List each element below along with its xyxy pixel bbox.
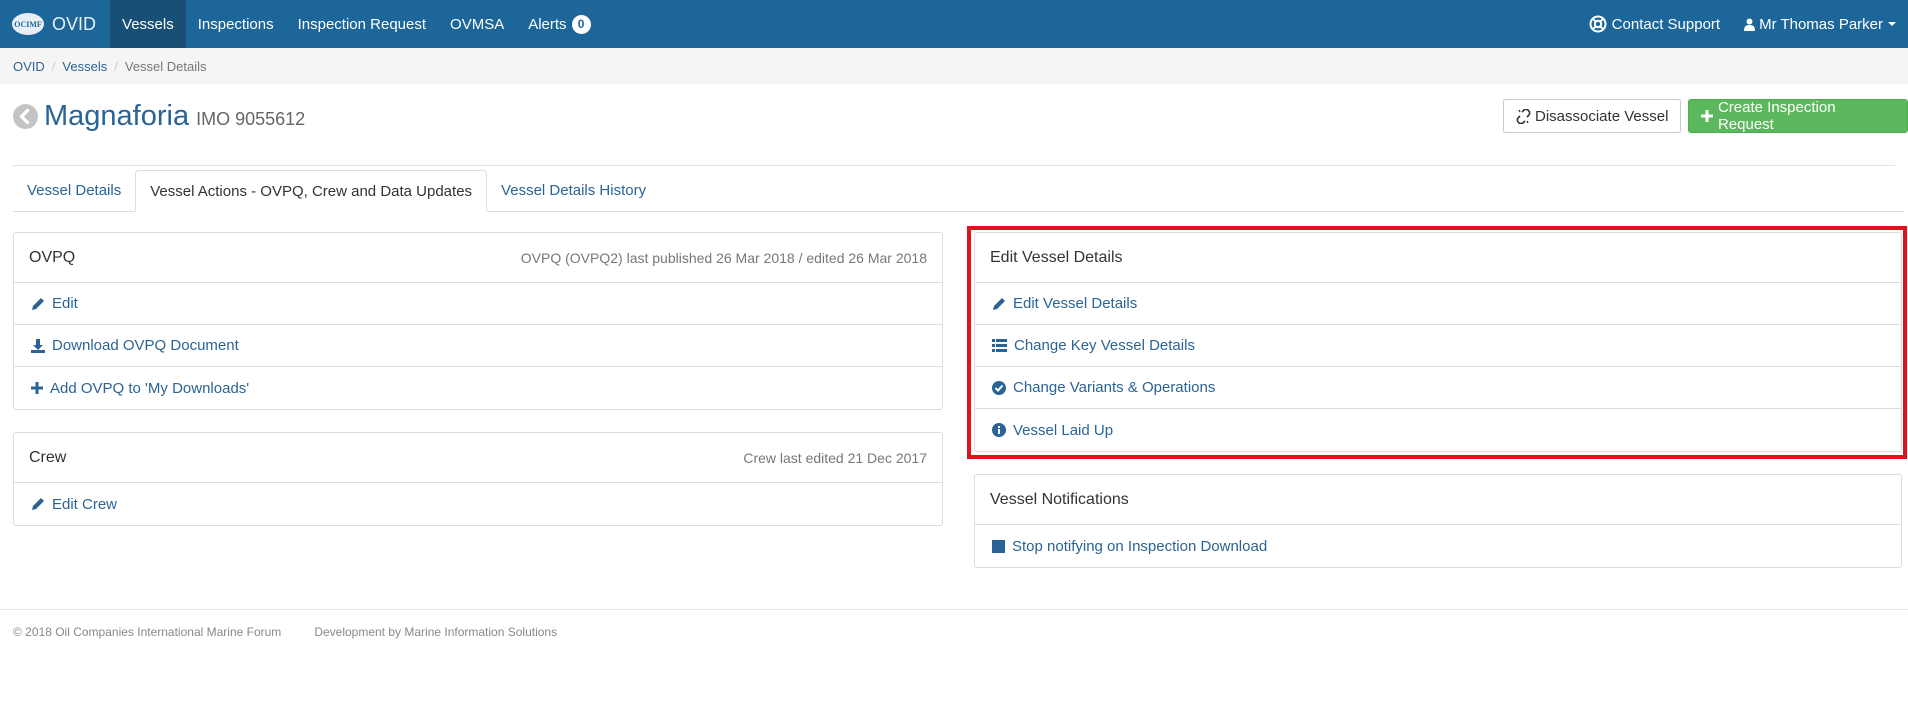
crew-panel-heading: Crew Crew last edited 21 Dec 2017 (14, 433, 942, 483)
tab-vessel-details-history[interactable]: Vessel Details History (487, 170, 660, 211)
user-name: Mr Thomas Parker (1759, 15, 1883, 33)
contact-support-link[interactable]: Contact Support (1577, 0, 1732, 48)
brand-name: OVID (52, 13, 97, 34)
ovpq-add-to-downloads-label: Add OVPQ to 'My Downloads' (50, 379, 250, 397)
ovpq-panel-heading: OVPQ OVPQ (OVPQ2) last published 26 Mar … (14, 233, 942, 283)
ocimf-logo: OCIMF (12, 13, 44, 35)
nav-inspections[interactable]: Inspections (186, 0, 286, 48)
tab-vessel-actions[interactable]: Vessel Actions - OVPQ, Crew and Data Upd… (135, 170, 488, 212)
nav-ovmsa[interactable]: OVMSA (438, 0, 516, 48)
page-title: Magnaforia IMO 9055612 (44, 100, 305, 133)
vessel-name: Magnaforia (44, 100, 190, 132)
plus-icon (1701, 110, 1713, 122)
ovpq-panel: OVPQ OVPQ (OVPQ2) last published 26 Mar … (13, 232, 943, 410)
vessel-tabs: Vessel Details Vessel Actions - OVPQ, Cr… (13, 170, 1904, 212)
back-arrow-icon[interactable] (13, 104, 38, 129)
ovpq-add-to-downloads-link[interactable]: Add OVPQ to 'My Downloads' (14, 367, 942, 409)
ovpq-last-published: OVPQ (OVPQ2) last published 26 Mar 2018 … (520, 249, 927, 266)
breadcrumb: OVID / Vessels / Vessel Details (0, 48, 1908, 84)
lifebuoy-icon (1589, 15, 1607, 33)
breadcrumb-current: Vessel Details (124, 58, 207, 74)
pencil-icon (32, 297, 44, 310)
create-inspection-request-label: Create Inspection Request (1717, 99, 1836, 133)
alerts-count-badge: 0 (571, 14, 591, 34)
crew-panel: Crew Crew last edited 21 Dec 2017 Edit C… (13, 432, 943, 526)
ovpq-download-link[interactable]: Download OVPQ Document (14, 325, 942, 367)
user-menu[interactable]: Mr Thomas Parker (1732, 0, 1908, 48)
nav-vessels[interactable]: Vessels (110, 0, 186, 48)
crew-panel-title: Crew (29, 448, 67, 466)
plus-icon (31, 382, 43, 394)
disassociate-vessel-label: Disassociate Vessel (1535, 107, 1669, 125)
breadcrumb-separator: / (51, 58, 56, 74)
stop-notifying-link[interactable]: Stop notifying on Inspection Download (975, 525, 1901, 567)
ovpq-download-label: Download OVPQ Document (52, 337, 239, 354)
crew-last-edited: Crew last edited 21 Dec 2017 (743, 449, 927, 466)
vessel-notifications-heading: Vessel Notifications (975, 475, 1901, 525)
ovpq-edit-label: Edit (52, 295, 78, 312)
edit-crew-label: Edit Crew (52, 495, 118, 513)
vessel-imo: IMO 9055612 (196, 109, 306, 129)
stop-square-icon (992, 539, 1005, 553)
vessel-notifications-panel: Vessel Notifications Stop notifying on I… (974, 474, 1902, 568)
create-inspection-request-button[interactable]: Create Inspection Request (1688, 99, 1908, 133)
footer-copyright: © 2018 Oil Companies International Marin… (13, 625, 282, 639)
ovpq-edit-link[interactable]: Edit (14, 283, 942, 325)
footer-developer: Development by Marine Information Soluti… (314, 625, 558, 639)
breadcrumb-vessels[interactable]: Vessels (62, 59, 107, 74)
tab-vessel-details[interactable]: Vessel Details (13, 170, 135, 211)
highlight-annotation-box (967, 226, 1907, 459)
breadcrumb-ovid[interactable]: OVID (13, 59, 45, 74)
nav-alerts-label: Alerts (528, 15, 567, 33)
contact-support-label: Contact Support (1611, 15, 1721, 33)
vessel-notifications-title: Vessel Notifications (990, 490, 1129, 508)
top-navbar: OCIMF OVID Vessels Inspections Inspectio… (0, 0, 1908, 48)
ovpq-panel-title: OVPQ (29, 248, 76, 266)
nav-alerts[interactable]: Alerts 0 (516, 0, 602, 48)
download-icon (31, 338, 45, 353)
user-icon (1744, 18, 1756, 31)
pencil-icon (32, 498, 44, 510)
caret-down-icon (1888, 22, 1896, 26)
edit-crew-link[interactable]: Edit Crew (14, 483, 942, 525)
unlink-icon (1516, 108, 1531, 124)
stop-notifying-label: Stop notifying on Inspection Download (1012, 537, 1268, 555)
nav-inspection-request[interactable]: Inspection Request (286, 0, 438, 48)
disassociate-vessel-button[interactable]: Disassociate Vessel (1503, 99, 1682, 133)
footer: © 2018 Oil Companies International Marin… (0, 609, 1908, 654)
breadcrumb-separator: / (114, 58, 118, 74)
brand[interactable]: OCIMF OVID (0, 0, 110, 48)
